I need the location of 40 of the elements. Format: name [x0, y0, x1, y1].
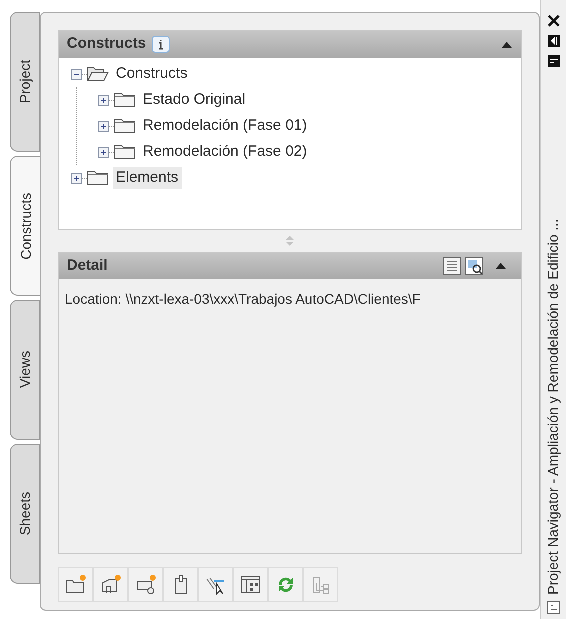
location-text: Location: \\nzxt-lexa-03\xxx\Trabajos AutoCAD\Clientes\F: [65, 291, 421, 307]
properties-icon[interactable]: [546, 54, 560, 68]
auto-hide-icon[interactable]: [546, 34, 560, 48]
folder-icon: [114, 118, 136, 134]
select-cursor-icon[interactable]: [198, 567, 233, 602]
tree-item[interactable]: Remodelación (Fase 02): [140, 140, 310, 164]
preview-icon[interactable]: [465, 257, 483, 275]
list-view-icon[interactable]: [443, 257, 461, 275]
side-tab[interactable]: Project: [10, 12, 40, 152]
info-icon[interactable]: [152, 36, 170, 53]
tree-item[interactable]: Constructs: [113, 62, 191, 86]
section-title: Detail: [67, 256, 108, 276]
side-tab[interactable]: Constructs: [10, 156, 41, 296]
collapse-arrow-icon[interactable]: [495, 262, 507, 270]
collapse-arrow-icon[interactable]: [501, 40, 513, 48]
new-element-icon[interactable]: [93, 567, 128, 602]
expand-icon[interactable]: [71, 172, 82, 184]
collapse-icon[interactable]: [71, 68, 82, 80]
expand-icon[interactable]: [98, 94, 109, 106]
clipboard-icon[interactable]: [163, 567, 198, 602]
expand-icon[interactable]: [98, 120, 109, 132]
section-title: Constructs: [67, 34, 146, 54]
palette-title: Project Navigator - Ampliación y Remodelación de Edificio ...: [544, 218, 562, 595]
folder-icon: [114, 92, 136, 108]
folder-icon: [87, 170, 109, 186]
side-tab[interactable]: Views: [10, 300, 40, 440]
layout-grid-icon[interactable]: [233, 567, 268, 602]
new-view-icon[interactable]: [128, 567, 163, 602]
tree-item[interactable]: Estado Original: [140, 88, 249, 112]
folder-icon: [114, 144, 136, 160]
expand-icon[interactable]: [98, 146, 109, 158]
palette-menu-icon[interactable]: [546, 601, 560, 615]
tree-item[interactable]: Elements: [113, 166, 182, 190]
side-tab[interactable]: Sheets: [10, 444, 40, 584]
new-folder-icon[interactable]: [58, 567, 93, 602]
splitter-grip-icon[interactable]: [285, 235, 295, 247]
close-icon[interactable]: [546, 14, 560, 28]
open-folder-icon: [87, 66, 109, 82]
refresh-icon[interactable]: [268, 567, 303, 602]
tree-item[interactable]: Remodelación (Fase 01): [140, 114, 310, 138]
